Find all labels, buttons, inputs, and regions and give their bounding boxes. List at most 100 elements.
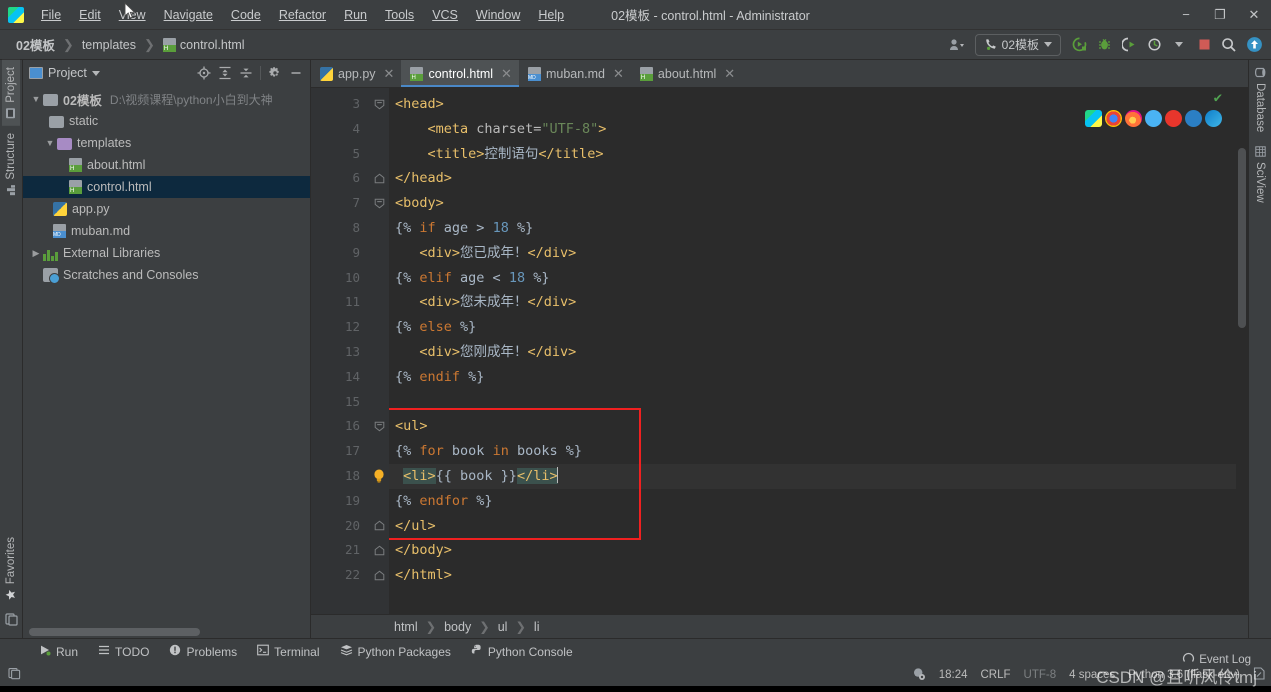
status-encoding[interactable]: UTF-8 [1024, 669, 1057, 681]
editor-breadcrumb-html[interactable]: html [389, 619, 423, 635]
fold-end-icon[interactable] [369, 514, 389, 539]
settings-gear-icon[interactable] [265, 63, 285, 83]
update-project-icon[interactable] [1243, 34, 1265, 56]
scrollbar-thumb[interactable] [29, 628, 200, 636]
code-line[interactable]: {% for book in books %} [389, 439, 1236, 464]
menu-vcs[interactable]: VCS [423, 4, 467, 26]
menu-edit[interactable]: Edit [70, 4, 110, 26]
breadcrumb-templates[interactable]: templates [78, 36, 140, 54]
fold-end-icon[interactable] [369, 538, 389, 563]
code-line[interactable]: {% if age > 18 %} [389, 216, 1236, 241]
tree-node-scratches[interactable]: Scratches and Consoles [23, 264, 310, 286]
tree-node-app-py[interactable]: app.py [23, 198, 310, 220]
code-line[interactable]: {% endfor %} [389, 489, 1236, 514]
code-line[interactable]: {% endif %} [389, 365, 1236, 390]
close-icon[interactable]: ✕ [613, 67, 624, 80]
menu-navigate[interactable]: Navigate [155, 4, 222, 26]
tree-node-external-libraries[interactable]: ▶ External Libraries [23, 242, 310, 264]
breadcrumb-project[interactable]: 02模板 [12, 33, 59, 56]
menu-run[interactable]: Run [335, 4, 376, 26]
editor-breadcrumb-ul[interactable]: ul [493, 619, 513, 635]
collapse-all-icon[interactable] [236, 63, 256, 83]
close-button[interactable]: ✕ [1237, 0, 1271, 29]
close-icon[interactable]: ✕ [384, 67, 395, 80]
editor-vertical-scrollbar[interactable] [1236, 88, 1248, 614]
locate-icon[interactable] [194, 63, 214, 83]
code-line[interactable]: <title>控制语句</title> [389, 142, 1236, 167]
expand-all-icon[interactable] [215, 63, 235, 83]
close-icon[interactable]: ✕ [724, 67, 735, 80]
code-line[interactable]: <div>您已成年！</div> [389, 241, 1236, 266]
tree-node-static[interactable]: static [23, 110, 310, 132]
bottom-tab-python-packages[interactable]: Python Packages [331, 641, 460, 662]
chevron-down-icon[interactable]: ▼ [43, 138, 57, 148]
profile-icon[interactable] [1143, 34, 1165, 56]
code-line[interactable]: <div>您刚成年！</div> [389, 340, 1236, 365]
minimize-button[interactable]: − [1169, 0, 1203, 29]
run-icon[interactable] [1068, 34, 1090, 56]
opera-icon[interactable] [1165, 110, 1182, 127]
user-settings-icon[interactable] [946, 34, 968, 56]
terminal-toggle-icon[interactable] [4, 607, 18, 638]
search-everywhere-icon[interactable] [1218, 34, 1240, 56]
menu-file[interactable]: File [32, 4, 70, 26]
code-line[interactable]: <li>{{ book }}</li> [389, 463, 1236, 489]
code-line[interactable]: </head> [389, 166, 1236, 191]
menu-tools[interactable]: Tools [376, 4, 423, 26]
sync-icon[interactable] [912, 667, 926, 684]
editor-breadcrumb-body[interactable]: body [439, 619, 476, 635]
ie-icon[interactable] [1185, 110, 1202, 127]
edge-icon[interactable] [1205, 110, 1222, 127]
menu-window[interactable]: Window [467, 4, 529, 26]
debug-icon[interactable] [1093, 34, 1115, 56]
tab-about-html[interactable]: about.html ✕ [631, 60, 742, 87]
sidebar-item-structure[interactable]: Structure [2, 126, 20, 203]
tab-control-html[interactable]: control.html ✕ [401, 60, 519, 87]
fold-end-icon[interactable] [369, 166, 389, 191]
status-indent[interactable]: 4 spaces [1069, 669, 1115, 681]
breadcrumb-file[interactable]: control.html [159, 36, 249, 54]
tree-node-control-html[interactable]: control.html [23, 176, 310, 198]
inspection-status-icon[interactable]: ✔ [1214, 90, 1222, 106]
chevron-right-icon[interactable]: ▶ [29, 248, 43, 259]
close-icon[interactable]: ✕ [501, 67, 512, 80]
bottom-tab-run[interactable]: Run [30, 641, 87, 662]
tab-app-py[interactable]: app.py ✕ [311, 60, 401, 87]
tab-muban-md[interactable]: muban.md ✕ [519, 60, 631, 87]
bottom-tab-python-console[interactable]: Python Console [462, 641, 582, 662]
fold-collapse-icon[interactable] [369, 92, 389, 117]
pycharm-preview-icon[interactable] [1085, 110, 1102, 127]
maximize-button[interactable]: ❐ [1203, 0, 1237, 29]
show-tool-windows-icon[interactable] [8, 667, 21, 683]
menu-code[interactable]: Code [222, 4, 270, 26]
code-editor[interactable]: ✔ <head> <meta charset="UTF-8"> <title>控… [389, 88, 1236, 614]
write-access-icon[interactable] [1253, 667, 1265, 683]
fold-gutter[interactable] [369, 88, 389, 614]
code-line[interactable]: <body> [389, 191, 1236, 216]
menu-help[interactable]: Help [529, 4, 573, 26]
intention-bulb-icon[interactable] [369, 464, 389, 489]
tree-node-about-html[interactable]: about.html [23, 154, 310, 176]
run-coverage-icon[interactable] [1118, 34, 1140, 56]
status-interpreter[interactable]: Python 3.6 (flask-env) [1128, 669, 1240, 681]
status-line-separator[interactable]: CRLF [980, 669, 1010, 681]
code-line[interactable]: {% elif age < 18 %} [389, 266, 1236, 291]
tree-node-templates[interactable]: ▼ templates [23, 132, 310, 154]
sidebar-item-favorites[interactable]: Favorites [2, 530, 20, 607]
sidebar-item-database[interactable]: Database [1251, 60, 1269, 139]
profile-dropdown-icon[interactable] [1168, 34, 1190, 56]
chevron-down-icon[interactable]: ▼ [29, 94, 43, 104]
editor-breadcrumb-li[interactable]: li [529, 619, 545, 635]
bottom-tab-todo[interactable]: TODO [89, 641, 158, 662]
code-line[interactable]: </ul> [389, 514, 1236, 539]
bottom-tab-problems[interactable]: Problems [160, 641, 246, 662]
bottom-tab-terminal[interactable]: Terminal [248, 641, 328, 662]
event-log-button[interactable]: Event Log [1182, 652, 1251, 668]
stop-icon[interactable] [1193, 34, 1215, 56]
menu-refactor[interactable]: Refactor [270, 4, 335, 26]
fold-collapse-icon[interactable] [369, 191, 389, 216]
code-line[interactable]: <ul> [389, 414, 1236, 439]
fold-collapse-icon[interactable] [369, 414, 389, 439]
code-line[interactable]: </body> [389, 538, 1236, 563]
code-line[interactable] [389, 390, 1236, 415]
